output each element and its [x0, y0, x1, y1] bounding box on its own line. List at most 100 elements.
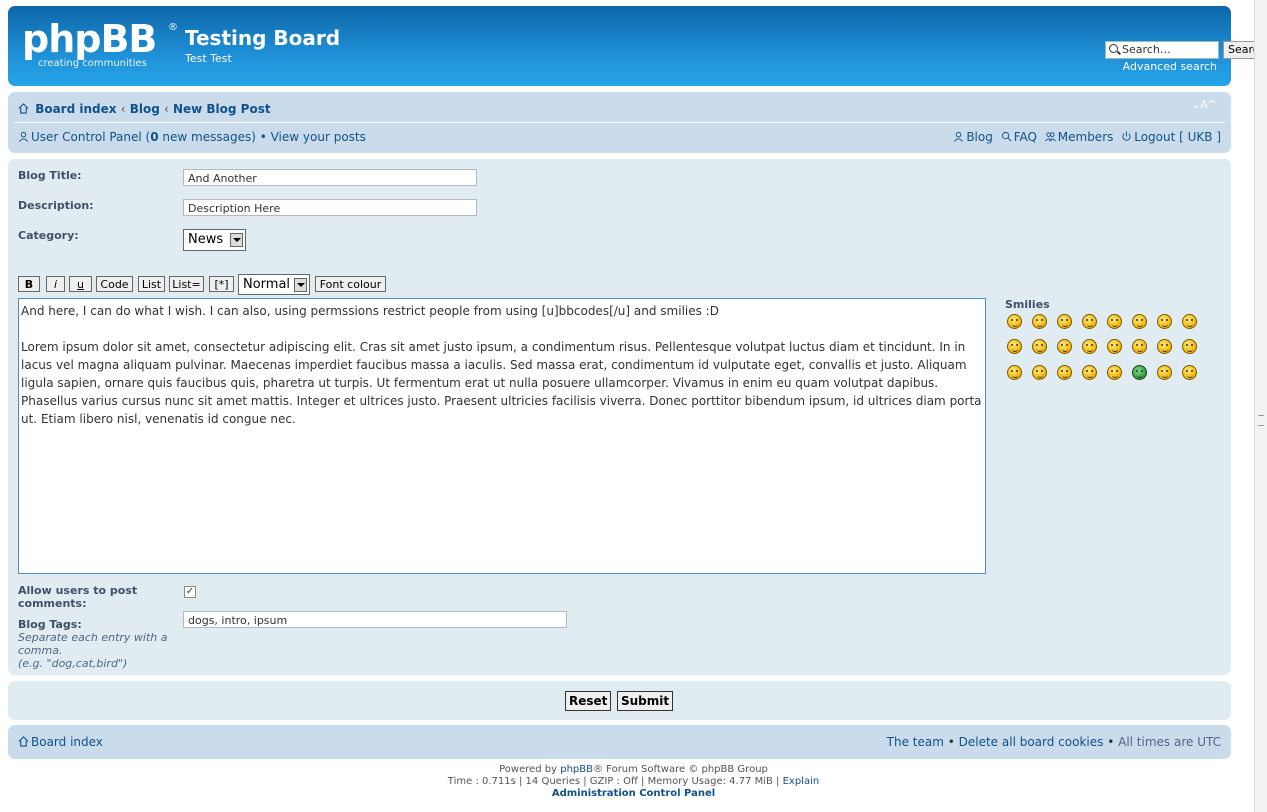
board-index-link[interactable]: Board index [31, 735, 103, 749]
phpbb-link[interactable]: phpBB [560, 764, 593, 775]
crumb-board-index[interactable]: Board index [35, 102, 116, 116]
explain-link[interactable]: Explain [783, 776, 820, 787]
message-paragraph: Lorem ipsum dolor sit amet, consectetur … [21, 340, 982, 426]
smiley-icon[interactable] [1157, 314, 1172, 329]
bold-button[interactable]: B [18, 276, 40, 292]
blog-tags-label: Blog Tags: [18, 618, 82, 631]
font-size-select[interactable]: Normal [238, 274, 310, 295]
allow-comments-checkbox[interactable]: ✓ [184, 586, 196, 598]
list-button[interactable]: List [138, 276, 165, 292]
chevron-down-icon [230, 233, 243, 247]
smiley-icon[interactable] [1032, 314, 1047, 329]
nav-right-links: Blog FAQ Members Logout [ UKB ] [953, 130, 1221, 144]
allow-comments-label: Allow users to post comments: [18, 584, 138, 610]
home-icon [18, 103, 29, 114]
smiley-icon[interactable] [1107, 339, 1122, 354]
scroll-grip-icon [1258, 415, 1264, 426]
user-icon [19, 131, 28, 142]
list-item-button[interactable]: [*] [209, 276, 234, 292]
bullet: • [943, 735, 959, 749]
ordered-list-button[interactable]: List= [169, 276, 204, 292]
faq-icon [1001, 131, 1012, 142]
italic-button[interactable]: i [46, 276, 65, 292]
search-input[interactable]: Search… [1105, 41, 1219, 59]
underline-button[interactable]: u [69, 276, 92, 292]
blog-user-icon [954, 131, 964, 142]
message-textarea[interactable]: And here, I can do what I wish. I can al… [18, 298, 986, 574]
vertical-scrollbar[interactable] [1254, 0, 1267, 812]
delete-cookies-link[interactable]: Delete all board cookies [959, 735, 1104, 749]
blog-title-input[interactable]: And Another [183, 169, 477, 186]
stats-text: Time : 0.711s | 14 Queries | GZIP : Off … [447, 776, 783, 787]
tags-example: (e.g. "dog,cat,bird") [18, 657, 128, 670]
smiley-icon[interactable] [1107, 314, 1122, 329]
members-icon [1044, 132, 1056, 142]
phpbb-logo[interactable]: phpBB ® creating communities [22, 20, 178, 76]
smiley-icon[interactable] [1182, 339, 1197, 354]
chevron-down-icon [294, 278, 307, 292]
faq-link[interactable]: FAQ [1014, 130, 1037, 144]
ucp-link[interactable]: User Control Panel ( [31, 130, 150, 144]
code-button[interactable]: Code [96, 276, 133, 292]
breadcrumb: Board index ‹ Blog ‹ New Blog Post [18, 102, 271, 116]
powered-pre: Powered by [499, 764, 561, 775]
font-size-change[interactable]: ⌄A^ [1191, 98, 1217, 111]
submit-button[interactable]: Submit [617, 691, 674, 711]
smiley-icon[interactable] [1157, 365, 1172, 380]
smiley-icon[interactable] [1182, 314, 1197, 329]
description-input[interactable]: Description Here [183, 199, 477, 216]
smiley-icon[interactable] [1082, 314, 1097, 329]
crumb-separator: ‹ [163, 102, 169, 116]
smiley-icon[interactable] [1007, 339, 1022, 354]
bullet: • [255, 130, 271, 144]
smiley-icon[interactable] [1057, 314, 1072, 329]
the-team-link[interactable]: The team [887, 735, 944, 749]
members-link[interactable]: Members [1058, 130, 1114, 144]
smiley-icon[interactable] [1007, 365, 1022, 380]
smiley-icon[interactable] [1182, 365, 1197, 380]
blog-link[interactable]: Blog [966, 130, 993, 144]
smiley-icon[interactable] [1132, 365, 1147, 380]
crumb-new-blog-post[interactable]: New Blog Post [173, 102, 271, 116]
smiley-icon[interactable] [1157, 339, 1172, 354]
site-header: phpBB ® creating communities Testing Boa… [8, 6, 1267, 86]
divider [14, 122, 1225, 123]
new-messages-label[interactable]: new messages) [159, 130, 255, 144]
footer-board-index[interactable]: Board index [18, 735, 103, 749]
crumb-blog[interactable]: Blog [130, 102, 160, 116]
blog-tags-input[interactable]: dogs, intro, ipsum [183, 611, 567, 628]
category-label: Category: [18, 229, 79, 242]
logout-link[interactable]: Logout [ UKB ] [1134, 130, 1221, 144]
message-line: And here, I can do what I wish. I can al… [21, 304, 719, 318]
smiley-icon[interactable] [1107, 365, 1122, 380]
logo-registered: ® [168, 22, 178, 33]
acp-link[interactable]: Administration Control Panel [552, 788, 715, 799]
reset-button[interactable]: Reset [565, 691, 612, 711]
smiley-icon[interactable] [1082, 365, 1097, 380]
smiley-icon[interactable] [1132, 339, 1147, 354]
smiley-icon[interactable] [1057, 365, 1072, 380]
smiley-icon[interactable] [1082, 339, 1097, 354]
smiley-icon[interactable] [1057, 339, 1072, 354]
search-icon [1109, 44, 1118, 53]
smiley-icon[interactable] [1007, 314, 1022, 329]
tags-hint: Separate each entry with a comma. [18, 631, 168, 657]
advanced-search-link[interactable]: Advanced search [1123, 60, 1217, 73]
smiley-icon[interactable] [1032, 365, 1047, 380]
smilies-label: Smilies [1005, 298, 1050, 311]
new-messages-count[interactable]: 0 [150, 130, 158, 144]
blog-title-label: Blog Title: [18, 169, 82, 182]
acp-row: Administration Control Panel [0, 788, 1267, 800]
view-posts-link[interactable]: View your posts [271, 130, 366, 144]
font-size-value: Normal [243, 277, 291, 292]
smiley-icon[interactable] [1032, 339, 1047, 354]
category-select[interactable]: News [183, 229, 246, 251]
submit-panel: Reset Submit [8, 681, 1231, 720]
smiley-icon[interactable] [1132, 314, 1147, 329]
bullet: • [1103, 735, 1119, 749]
crumb-separator: ‹ [120, 102, 126, 116]
font-colour-button[interactable]: Font colour [315, 276, 386, 292]
description-label: Description: [18, 199, 94, 212]
copyright: Powered by phpBB® Forum Software © phpBB… [0, 764, 1267, 800]
powered-post: ® Forum Software © phpBB Group [593, 764, 768, 775]
